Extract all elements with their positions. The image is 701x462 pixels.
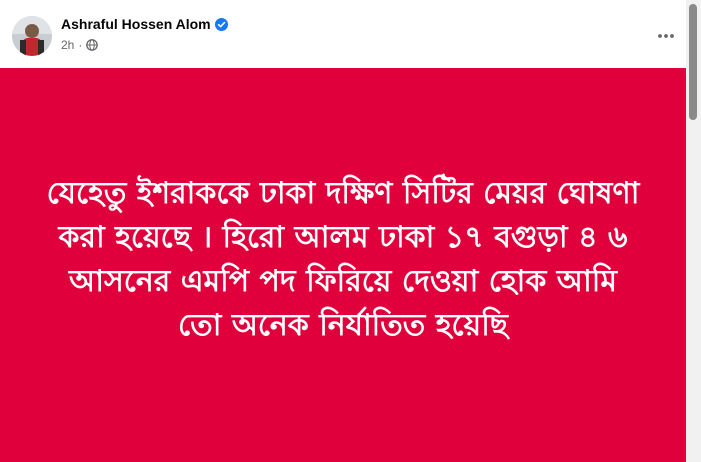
more-options-button[interactable] bbox=[652, 22, 680, 50]
scrollbar-thumb[interactable] bbox=[689, 4, 697, 120]
globe-icon[interactable] bbox=[86, 39, 99, 51]
post-timestamp[interactable]: 2h bbox=[61, 38, 74, 52]
meta-separator: · bbox=[78, 38, 83, 52]
post-card: Ashraful Hossen Alom 2h · যেহেতু ইশরাককে… bbox=[0, 0, 686, 462]
author-row: Ashraful Hossen Alom bbox=[61, 16, 228, 32]
post-text: যেহেতু ইশরাককে ঢাকা দক্ষিণ সিটির মেয়র ঘ… bbox=[46, 176, 640, 343]
post-text-background[interactable]: যেহেতু ইশরাককে ঢাকা দক্ষিণ সিটির মেয়র ঘ… bbox=[0, 68, 686, 462]
more-options-icon bbox=[658, 34, 674, 38]
avatar[interactable] bbox=[12, 16, 52, 56]
post-meta: 2h · bbox=[61, 38, 99, 52]
verified-badge-icon bbox=[214, 17, 228, 31]
avatar-image bbox=[12, 16, 52, 56]
author-name[interactable]: Ashraful Hossen Alom bbox=[61, 16, 211, 32]
post-header: Ashraful Hossen Alom 2h · bbox=[0, 0, 686, 68]
